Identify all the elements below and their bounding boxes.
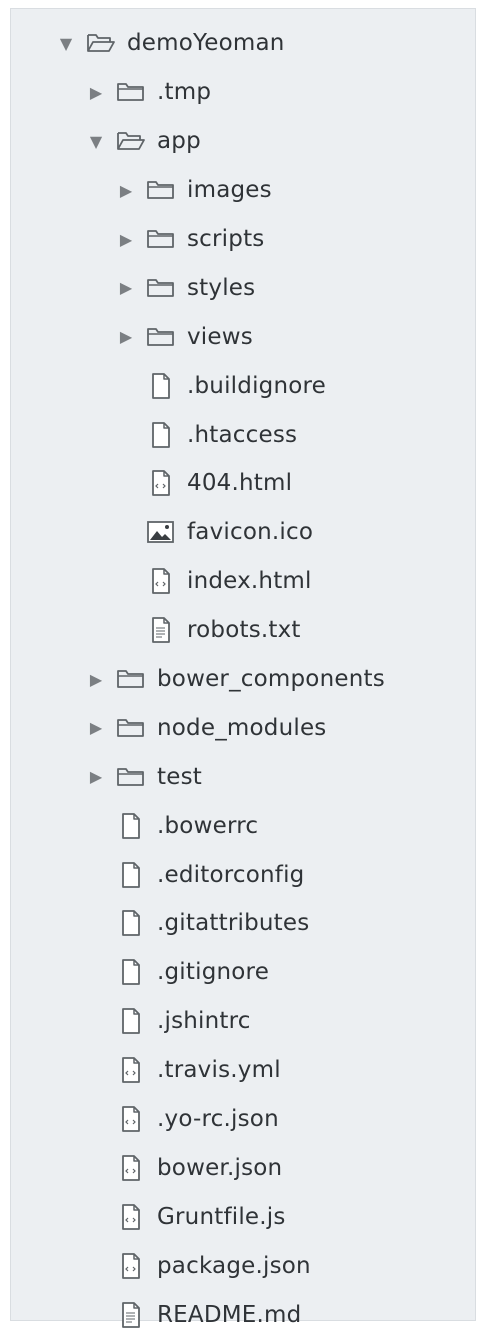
file-icon	[143, 370, 179, 402]
file-name: .htaccess	[187, 421, 298, 448]
text-file-icon	[113, 1299, 149, 1331]
file-name: .gitattributes	[157, 910, 310, 937]
code-file-icon	[143, 565, 179, 597]
disclosure-collapsed-icon[interactable]: ▶	[81, 762, 111, 792]
file-icon	[143, 419, 179, 451]
code-file-icon	[113, 1054, 149, 1086]
file-icon	[113, 859, 149, 891]
file-name: .bowerrc	[157, 812, 259, 839]
file-row[interactable]: Gruntfile.js	[11, 1192, 475, 1241]
folder-name: test	[157, 763, 202, 790]
disclosure-collapsed-icon[interactable]: ▶	[81, 713, 111, 743]
folder-row[interactable]: ▶ .tmp	[11, 68, 475, 117]
file-name: favicon.ico	[187, 519, 314, 546]
file-row[interactable]: index.html	[11, 557, 475, 606]
folder-row[interactable]: ▶ test	[11, 752, 475, 801]
folder-name: demoYeoman	[127, 30, 285, 57]
file-row[interactable]: .editorconfig	[11, 850, 475, 899]
folder-icon	[143, 321, 179, 353]
folder-row[interactable]: ▶ styles	[11, 263, 475, 312]
folder-name: node_modules	[157, 714, 327, 741]
folder-icon	[143, 174, 179, 206]
folder-row[interactable]: ▶ bower_components	[11, 655, 475, 704]
file-name: .gitignore	[157, 959, 270, 986]
file-row[interactable]: robots.txt	[11, 606, 475, 655]
file-icon	[113, 956, 149, 988]
file-row[interactable]: 404.html	[11, 459, 475, 508]
disclosure-collapsed-icon[interactable]: ▶	[111, 175, 141, 205]
file-icon	[113, 907, 149, 939]
folder-row[interactable]: ▼ app	[11, 117, 475, 166]
folder-name: styles	[187, 274, 256, 301]
folder-icon	[113, 663, 149, 695]
file-tree: ▼ demoYeoman ▶ .tmp ▼ app ▶ images ▶ scripts ▶ styl…	[11, 19, 475, 1339]
file-name: README.md	[157, 1301, 302, 1328]
file-row[interactable]: favicon.ico	[11, 508, 475, 557]
code-file-icon	[113, 1103, 149, 1135]
file-name: .yo-rc.json	[157, 1106, 279, 1133]
file-icon	[113, 810, 149, 842]
folder-name: images	[187, 177, 272, 204]
image-file-icon	[143, 516, 179, 548]
code-file-icon	[113, 1201, 149, 1233]
file-row[interactable]: .jshintrc	[11, 997, 475, 1046]
folder-row[interactable]: ▶ views	[11, 312, 475, 361]
text-file-icon	[143, 614, 179, 646]
folder-icon	[143, 223, 179, 255]
file-name: index.html	[187, 568, 312, 595]
file-row[interactable]: .travis.yml	[11, 1046, 475, 1095]
folder-name: app	[157, 128, 201, 155]
folder-name: bower_components	[157, 666, 385, 693]
open-folder-icon	[113, 125, 149, 157]
file-row[interactable]: README.md	[11, 1290, 475, 1339]
folder-icon	[113, 76, 149, 108]
disclosure-collapsed-icon[interactable]: ▶	[111, 273, 141, 303]
disclosure-collapsed-icon[interactable]: ▶	[81, 664, 111, 694]
disclosure-collapsed-icon[interactable]: ▶	[81, 77, 111, 107]
disclosure-collapsed-icon[interactable]: ▶	[111, 322, 141, 352]
file-name: 404.html	[187, 470, 293, 497]
file-icon	[113, 1005, 149, 1037]
file-row[interactable]: .gitattributes	[11, 899, 475, 948]
folder-name: .tmp	[157, 79, 212, 106]
file-name: .buildignore	[187, 372, 327, 399]
file-name: Gruntfile.js	[157, 1203, 286, 1230]
file-row[interactable]: bower.json	[11, 1143, 475, 1192]
disclosure-expanded-icon[interactable]: ▼	[51, 28, 81, 58]
folder-name: views	[187, 323, 253, 350]
code-file-icon	[143, 467, 179, 499]
file-row[interactable]: .htaccess	[11, 410, 475, 459]
folder-row[interactable]: ▶ node_modules	[11, 703, 475, 752]
folder-row[interactable]: ▼ demoYeoman	[11, 19, 475, 68]
file-row[interactable]: .buildignore	[11, 361, 475, 410]
file-name: .editorconfig	[157, 861, 305, 888]
file-name: package.json	[157, 1252, 311, 1279]
file-name: .jshintrc	[157, 1008, 251, 1035]
code-file-icon	[113, 1250, 149, 1282]
file-row[interactable]: .bowerrc	[11, 801, 475, 850]
file-row[interactable]: .yo-rc.json	[11, 1095, 475, 1144]
folder-row[interactable]: ▶ images	[11, 166, 475, 215]
disclosure-collapsed-icon[interactable]: ▶	[111, 224, 141, 254]
disclosure-expanded-icon[interactable]: ▼	[81, 126, 111, 156]
folder-icon	[113, 712, 149, 744]
folder-row[interactable]: ▶ scripts	[11, 215, 475, 264]
file-name: robots.txt	[187, 617, 301, 644]
folder-icon	[113, 761, 149, 793]
folder-name: scripts	[187, 226, 265, 252]
file-name: .travis.yml	[157, 1057, 281, 1084]
code-file-icon	[113, 1152, 149, 1184]
file-row[interactable]: package.json	[11, 1241, 475, 1290]
file-row[interactable]: .gitignore	[11, 948, 475, 997]
folder-icon	[143, 272, 179, 304]
project-navigator-panel: ▼ demoYeoman ▶ .tmp ▼ app ▶ images ▶ scripts ▶ styl…	[10, 8, 476, 1328]
open-folder-icon	[83, 27, 119, 59]
file-name: bower.json	[157, 1154, 283, 1181]
